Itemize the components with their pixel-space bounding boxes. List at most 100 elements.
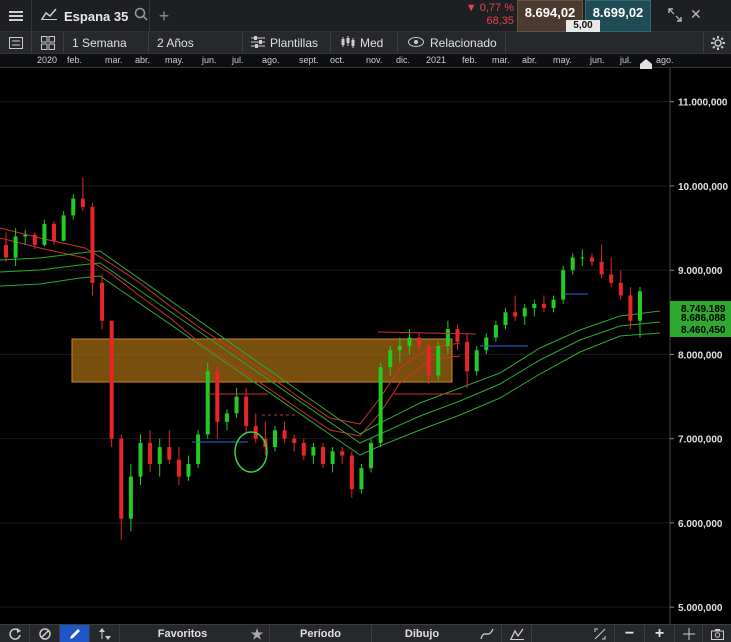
symbol-selector[interactable]: Espana 35 [32,0,150,32]
time-label: jul. [620,55,632,65]
add-tab-icon[interactable]: + [150,0,178,32]
bottom-bar: Favoritos ★ Período Dibujo − + [0,624,731,642]
time-label: may. [165,55,184,65]
candle-up [484,337,489,351]
candle-down [32,234,37,245]
indicator-icon[interactable] [472,625,502,642]
drawing-button[interactable]: Dibujo [372,625,472,642]
candle-up [397,346,402,351]
change-absolute: 68,35 [486,15,514,27]
candle-down [417,337,422,346]
zoom-out-icon[interactable]: − [615,625,645,642]
favorites-button[interactable]: Favoritos [120,625,245,642]
change-percent: ▼ 0,77 % [465,2,514,14]
chart-type-button[interactable]: Med [331,32,398,54]
menu-icon[interactable] [0,0,32,32]
chart-type-label: Med [360,36,384,50]
candle-down [119,438,124,519]
screenshot-icon[interactable] [703,625,731,642]
list-icon[interactable] [0,32,32,54]
line-chart-icon [41,7,57,25]
range-selector[interactable]: 2 Años [149,32,243,54]
candle-up [561,270,566,300]
templates-button[interactable]: Plantillas [243,32,331,54]
price-chart[interactable]: 11.000,000 10.000,000 9.000,000 8.000,000 7.… [0,68,731,624]
candle-up [532,303,537,309]
candle-down [340,451,345,456]
candle-down [244,396,249,427]
candle-down [215,371,220,422]
candle-down [349,455,354,490]
time-label: abr. [522,55,538,65]
resistance-line[interactable] [377,331,477,335]
y-tick-label: 7.000,000 [678,435,723,446]
period-button[interactable]: Período [270,625,372,642]
red-band-upper [0,227,461,425]
candle-up [61,215,66,241]
time-label: may. [553,55,572,65]
pencil-draw-icon[interactable] [60,625,90,642]
candle-up [196,434,201,464]
zoom-in-icon[interactable]: + [645,625,675,642]
time-label: feb. [67,55,83,65]
sliders-icon [251,35,265,51]
candle-up [388,350,393,368]
top-bar: Espana 35 + ▼ 0,77 % 68,35 8.694,02 8.69… [0,0,731,32]
candle-down [589,257,594,262]
y-tick-label: 10.000,000 [678,182,728,193]
candle-down [167,447,172,460]
refresh-icon[interactable] [0,625,30,642]
close-icon[interactable]: ✕ [690,6,702,23]
candle-up [378,367,383,443]
y-tick-label: 8.000,000 [678,350,723,361]
candle-down [618,282,623,296]
time-label: sept. [299,55,319,65]
search-icon[interactable] [134,7,148,26]
studies-icon[interactable] [502,625,532,642]
related-button[interactable]: Relacionado [398,32,506,54]
time-label: ago. [262,55,280,65]
fit-icon[interactable] [585,625,615,642]
candle-down [282,430,287,439]
candle-down [628,295,633,321]
y-tick-label: 9.000,000 [678,266,723,277]
candle-down [426,346,431,376]
candle-down [80,198,85,207]
layout-grid-icon[interactable] [32,32,64,54]
candle-up [436,346,441,376]
interval-selector[interactable]: 1 Semana [64,32,149,54]
time-label: 2021 [426,55,447,65]
time-label: ago. [656,55,674,65]
price-axis: 11.000,000 10.000,000 9.000,000 8.000,000 7.… [669,68,731,624]
candle-down [4,244,8,258]
star-icon[interactable]: ★ [245,625,270,642]
time-label: feb. [462,55,478,65]
candle-down [321,447,325,464]
candle-down [455,329,460,342]
candle-up [205,371,210,435]
sort-arrows-icon[interactable] [90,625,120,642]
disable-icon[interactable] [30,625,60,642]
y-tick-label: 6.000,000 [678,519,723,530]
time-label: dic. [396,55,411,65]
highlight-circle[interactable] [234,431,268,473]
candle-up [359,468,364,490]
candle-down [609,274,614,283]
settings-gear-icon[interactable] [703,32,731,54]
symbol-name: Espana 35 [64,8,129,24]
time-label: mar. [105,55,123,65]
eye-icon [408,36,424,50]
candle-up [234,396,239,414]
time-label: jul. [232,55,244,65]
expand-icon[interactable] [668,8,682,27]
time-label: nov. [366,55,383,65]
candle-up [445,329,450,346]
crosshair-icon[interactable] [675,625,703,642]
time-label: abr. [135,55,151,65]
candle-down [465,341,470,372]
candle-up [71,198,76,216]
chart-toolbar: 1 Semana 2 Años Plantillas Med Relaciona… [0,32,731,54]
candle-up [638,291,642,321]
candle-up [522,308,527,317]
candle-up [311,447,316,456]
